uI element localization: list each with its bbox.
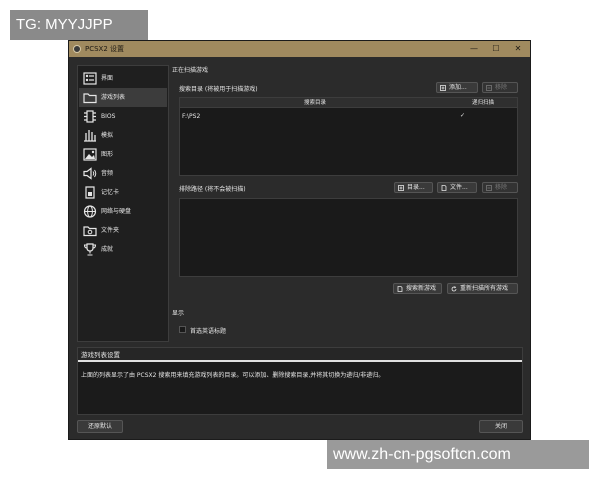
chip-icon: [84, 110, 96, 123]
add-search-dir-button[interactable]: 添加...: [436, 82, 478, 93]
description-text: 上面的列表显示了由 PCSX2 搜索用来填充游戏列表的目录。可以添加、删除搜索目…: [81, 372, 385, 379]
column-header-recursive: 递归扫描: [472, 100, 495, 106]
globe-icon: [83, 205, 97, 218]
sidebar-item-achievements[interactable]: 成就: [79, 240, 167, 259]
column-header-search-dir: 搜索目录: [304, 100, 327, 106]
window-title: PCSX2 设置: [85, 45, 125, 53]
interface-icon: [83, 72, 97, 85]
exclude-file-button[interactable]: 文件...: [437, 182, 477, 193]
sidebar-item-audio[interactable]: 音频: [79, 164, 167, 183]
scanning-group-title: 正在扫描游戏: [172, 67, 209, 74]
folder-icon: [83, 93, 97, 104]
description-panel: 游戏列表设置 上面的列表显示了由 PCSX2 搜索用来填充游戏列表的目录。可以添…: [77, 347, 523, 415]
prefer-english-titles-checkbox[interactable]: [179, 326, 186, 333]
remove-search-dir-button[interactable]: 移除: [482, 82, 518, 93]
settings-sidebar: 界面 游戏列表 BIOS 模拟 图形 音频 记忆卡 网络与硬盘 文件夹 成就: [77, 65, 169, 342]
restore-defaults-button[interactable]: 还原默认: [77, 420, 123, 433]
sidebar-item-network-hdd[interactable]: 网络与硬盘: [79, 202, 167, 221]
watermark-bottom: www.zh-cn-pgsoftcn.com: [327, 440, 589, 469]
recursive-checkmark-cell[interactable]: ✓: [460, 112, 465, 119]
remove-folder-icon: [486, 85, 492, 91]
folder-settings-icon: [83, 226, 97, 237]
watermark-top: TG: MYYJJPP: [10, 10, 148, 40]
minimize-button[interactable]: —: [464, 41, 484, 57]
remove-icon: [486, 185, 492, 191]
rescan-all-games-button[interactable]: 重新扫描所有游戏: [447, 283, 518, 294]
image-icon: [83, 148, 97, 161]
search-doc-icon: [397, 286, 403, 292]
title-bar: PCSX2 设置 — ☐ ✕: [69, 41, 530, 57]
prefer-english-titles-label: 首选英语标题: [190, 328, 227, 335]
search-dirs-table: 搜索目录 递归扫描 F:\PS2 ✓: [179, 97, 518, 176]
sidebar-item-folders[interactable]: 文件夹: [79, 221, 167, 240]
sidebar-item-bios[interactable]: BIOS: [79, 107, 167, 126]
settings-window: PCSX2 设置 — ☐ ✕ 界面 游戏列表 BIOS 模拟 图形 音频 记忆卡…: [68, 40, 531, 440]
sidebar-item-graphics[interactable]: 图形: [79, 145, 167, 164]
description-title: 游戏列表设置: [78, 348, 522, 362]
speaker-icon: [83, 167, 97, 180]
sidebar-item-interface[interactable]: 界面: [79, 69, 167, 88]
exclude-dir-button[interactable]: 目录...: [394, 182, 433, 193]
search-dirs-label: 搜索目录 (将被用于扫描游戏): [179, 86, 258, 93]
file-icon: [441, 185, 447, 191]
folder-icon: [398, 185, 404, 191]
exclude-paths-list: [179, 198, 518, 277]
display-group-title: 显示: [172, 310, 185, 317]
sidebar-item-memory-cards[interactable]: 记忆卡: [79, 183, 167, 202]
scan-new-games-button[interactable]: 搜索新游戏: [393, 283, 442, 294]
refresh-icon: [451, 286, 457, 292]
game-list-settings-pane: 正在扫描游戏 搜索目录 (将被用于扫描游戏) 添加... 移除 搜索目录 递归扫…: [169, 61, 529, 361]
close-window-button[interactable]: ✕: [508, 41, 528, 57]
search-dirs-table-header: 搜索目录 递归扫描: [180, 98, 517, 108]
remove-exclude-path-button[interactable]: 移除: [482, 182, 518, 193]
add-folder-icon: [440, 85, 446, 91]
emulation-icon: [84, 130, 96, 142]
sidebar-item-game-list[interactable]: 游戏列表: [79, 88, 167, 107]
exclude-paths-label: 排除路径 (将不会被扫描): [179, 186, 246, 193]
trophy-icon: [83, 243, 97, 256]
sidebar-item-emulation[interactable]: 模拟: [79, 126, 167, 145]
search-dir-path-cell[interactable]: F:\PS2: [182, 113, 200, 120]
pcsx2-app-icon: [73, 45, 81, 53]
memory-card-icon: [85, 186, 95, 199]
close-button[interactable]: 关闭: [479, 420, 523, 433]
maximize-button[interactable]: ☐: [486, 41, 506, 57]
